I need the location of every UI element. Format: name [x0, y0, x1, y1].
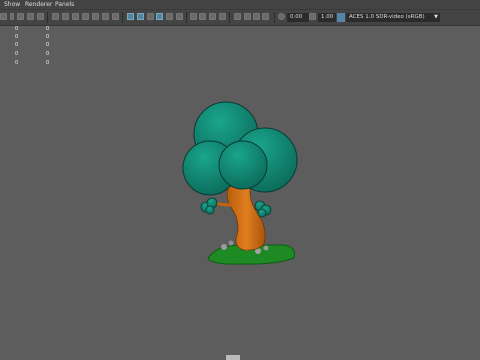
panel-menu-bar: Show Renderer Panels — [0, 0, 480, 9]
camera-name-label — [226, 355, 240, 360]
lights-icon[interactable] — [166, 13, 173, 20]
safe-action-icon[interactable] — [102, 13, 109, 20]
motion-blur-icon[interactable] — [199, 13, 206, 20]
menu-show[interactable]: Show — [4, 1, 20, 8]
film-gate-icon[interactable] — [62, 13, 69, 20]
image-plane-icon[interactable] — [27, 13, 34, 20]
bookmark-icon[interactable] — [17, 13, 24, 20]
gamma-icon[interactable] — [309, 13, 316, 20]
smooth-shade-icon[interactable] — [137, 13, 144, 20]
resolution-gate-icon[interactable] — [72, 13, 79, 20]
grid-icon[interactable] — [52, 13, 59, 20]
toolbar-separator — [186, 12, 187, 23]
camera-attributes-icon[interactable] — [10, 13, 14, 20]
wireframe-icon[interactable] — [127, 13, 134, 20]
viewport-toolbar: 0.00 1.00 ACES 1.0 SDR-video (sRGB) ▼ — [0, 9, 480, 26]
small-foliage-left — [200, 197, 218, 215]
ambient-occlusion-icon[interactable] — [190, 13, 197, 20]
menu-panels[interactable]: Panels — [55, 1, 74, 8]
chevron-down-icon: ▼ — [434, 14, 438, 20]
viewport-canvas[interactable] — [0, 25, 480, 360]
grease-pencil-icon[interactable] — [37, 13, 44, 20]
tree-canopy — [182, 101, 298, 196]
menu-renderer[interactable]: Renderer — [25, 1, 52, 8]
exposure-icon[interactable] — [278, 13, 285, 20]
shadows-icon[interactable] — [176, 13, 183, 20]
camera-select-icon[interactable] — [0, 13, 7, 20]
view-transform-dropdown[interactable]: ACES 1.0 SDR-video (sRGB) ▼ — [346, 13, 440, 22]
gamma-field[interactable]: 1.00 — [318, 13, 336, 22]
toolbar-separator — [122, 12, 123, 23]
xray-joints-icon[interactable] — [253, 13, 260, 20]
toolbar-separator — [229, 12, 230, 23]
field-chart-icon[interactable] — [92, 13, 99, 20]
depth-of-field-icon[interactable] — [219, 13, 226, 20]
textured-icon[interactable] — [156, 13, 163, 20]
default-material-icon[interactable] — [147, 13, 154, 20]
exposure-field[interactable]: 0.00 — [287, 13, 309, 22]
gate-mask-icon[interactable] — [82, 13, 89, 20]
isolate-select-icon[interactable] — [234, 13, 241, 20]
view-transform-label: ACES 1.0 SDR-video (sRGB) — [349, 14, 425, 20]
color-management-icon[interactable] — [337, 13, 345, 22]
safe-title-icon[interactable] — [112, 13, 119, 20]
toolbar-separator — [47, 12, 48, 23]
xray-components-icon[interactable] — [262, 13, 269, 20]
anti-aliasing-icon[interactable] — [209, 13, 216, 20]
xray-icon[interactable] — [244, 13, 251, 20]
toolbar-separator — [274, 12, 275, 23]
